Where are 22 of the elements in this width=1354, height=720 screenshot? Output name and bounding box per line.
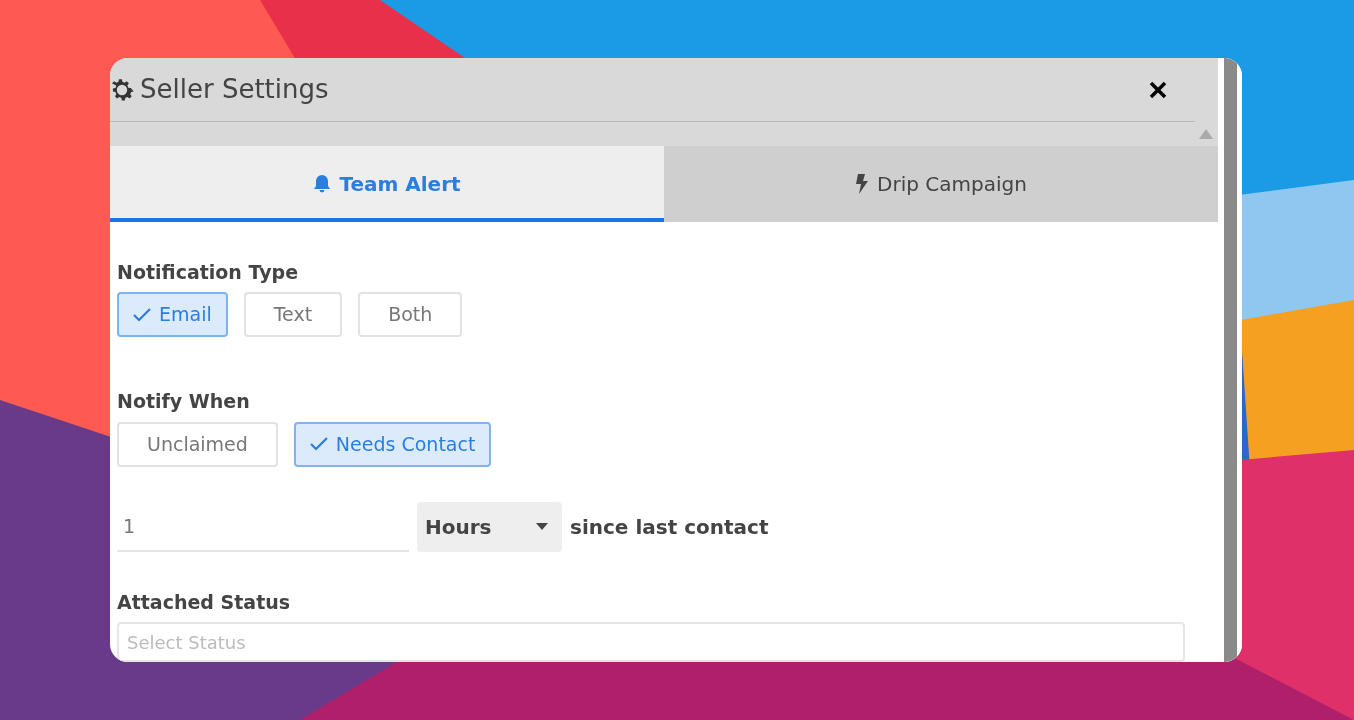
bolt-icon: [855, 173, 870, 194]
check-icon: [133, 307, 151, 322]
section-label: Notification Type: [117, 259, 300, 285]
field-suffix: since last contact: [570, 513, 769, 541]
toggle-button[interactable]: Text: [243, 292, 343, 337]
toggle-button[interactable]: Email: [117, 292, 228, 337]
section-label: Attached Status: [117, 589, 292, 615]
tab[interactable]: Team Alert: [110, 146, 664, 222]
section-label: Notify When: [117, 389, 251, 414]
check-icon: [309, 437, 328, 451]
gear-icon: [110, 76, 134, 103]
toggle-button[interactable]: Unclaimed: [117, 421, 278, 467]
toggle-button[interactable]: Needs Contact: [293, 421, 492, 467]
tab[interactable]: Drip Campaign: [664, 146, 1218, 222]
unit-select[interactable]: Hours: [417, 501, 562, 552]
status-select[interactable]: Select Status: [117, 622, 1185, 662]
close-icon[interactable]: [1149, 80, 1167, 99]
toggle-button[interactable]: Both: [358, 292, 463, 337]
scrollbar[interactable]: [1223, 58, 1237, 662]
bell-icon: [313, 173, 332, 194]
window-title: Seller Settings: [140, 73, 329, 106]
caret-icon: [536, 523, 548, 530]
